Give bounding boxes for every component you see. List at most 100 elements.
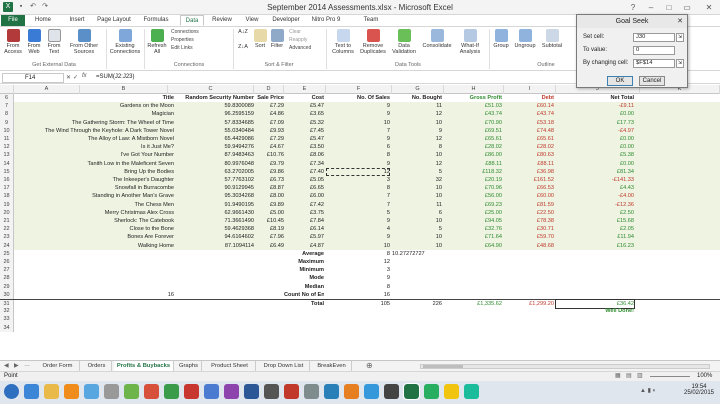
- powerpoint-icon[interactable]: [144, 384, 159, 399]
- consolidate-button[interactable]: Consolidate: [421, 29, 453, 49]
- set-cell-input[interactable]: J30: [633, 33, 675, 42]
- app-icon[interactable]: [444, 384, 459, 399]
- sales-cell[interactable]: 10: [326, 242, 390, 250]
- reapply-button[interactable]: Reapply: [289, 37, 307, 44]
- app-icon[interactable]: [304, 384, 319, 399]
- cost-cell[interactable]: £7.84: [284, 217, 324, 225]
- remove-duplicates-button[interactable]: Remove Duplicates: [358, 29, 388, 55]
- debt-cell[interactable]: £43.74: [504, 110, 554, 118]
- debt-cell[interactable]: £36.98: [504, 168, 554, 176]
- goal-seek-dialog[interactable]: Goal Seek ✕ Set cell: J30 ⇲ To value: 0 …: [576, 14, 688, 88]
- zoom-slider[interactable]: [650, 376, 690, 377]
- by-changing-input[interactable]: $F$14: [633, 59, 675, 68]
- header-bought[interactable]: No. Bought: [392, 94, 442, 102]
- title-cell[interactable]: Walking Home: [14, 242, 174, 250]
- sales-cell[interactable]: 3: [326, 176, 390, 184]
- title-cell[interactable]: Gardens on the Moon: [14, 102, 174, 110]
- sale-price-cell[interactable]: £9.79: [254, 160, 284, 168]
- column-header-f[interactable]: F: [326, 85, 392, 94]
- refresh-all-button[interactable]: Refresh All: [146, 29, 168, 55]
- sale-price-cell[interactable]: £7.09: [254, 119, 284, 127]
- sheet-tab-orders[interactable]: Orders: [82, 361, 112, 371]
- row-number[interactable]: 12: [0, 143, 14, 152]
- rsn-cell[interactable]: 90.9129945: [174, 184, 254, 192]
- tab-developer[interactable]: Developer: [270, 15, 302, 26]
- rsn-cell[interactable]: 59.9494276: [174, 143, 254, 151]
- cost-cell[interactable]: £3.65: [284, 110, 324, 118]
- app-icon[interactable]: [204, 384, 219, 399]
- stat-extra[interactable]: 10.27272727: [392, 250, 456, 258]
- row-number[interactable]: 24: [0, 241, 14, 250]
- filter-button[interactable]: Filter: [268, 29, 286, 49]
- cost-cell[interactable]: £7.42: [284, 201, 324, 209]
- zoom-level[interactable]: 100%: [697, 372, 712, 381]
- debt-cell[interactable]: £60.00: [504, 192, 554, 200]
- gross-profit-cell[interactable]: £94.05: [444, 217, 502, 225]
- gross-profit-cell[interactable]: £51.03: [444, 102, 502, 110]
- sale-price-cell[interactable]: £8.87: [254, 184, 284, 192]
- gross-profit-cell[interactable]: £64.90: [444, 242, 502, 250]
- debt-cell[interactable]: £65.61: [504, 135, 554, 143]
- sheet-tab-product-sheet[interactable]: Product Sheet: [204, 361, 256, 371]
- rsn-cell[interactable]: 62.9661430: [174, 209, 254, 217]
- sheet-tab-order-form[interactable]: Order Form: [36, 361, 80, 371]
- bought-cell[interactable]: 10: [392, 119, 442, 127]
- cost-cell[interactable]: £7.45: [284, 127, 324, 135]
- row-number[interactable]: 11: [0, 135, 14, 144]
- stat-label[interactable]: Mode: [284, 274, 324, 282]
- stat-value[interactable]: 3: [326, 266, 390, 274]
- net-total-cell[interactable]: £2.05: [556, 225, 634, 233]
- group-button[interactable]: Group: [491, 29, 511, 49]
- sheet-tab-drop-down-list[interactable]: Drop Down List: [258, 361, 310, 371]
- firefox-icon[interactable]: [344, 384, 359, 399]
- column-header-d[interactable]: D: [254, 85, 284, 94]
- from-other-sources-button[interactable]: From Other Sources: [66, 29, 102, 55]
- row-number[interactable]: 25: [0, 249, 14, 258]
- net-total-cell[interactable]: £17.73: [556, 119, 634, 127]
- cost-cell[interactable]: £8.06: [284, 151, 324, 159]
- net-total-cell[interactable]: £0.00: [556, 110, 634, 118]
- close-icon[interactable]: ✕: [699, 0, 719, 15]
- bought-cell[interactable]: 10: [392, 217, 442, 225]
- net-total-cell[interactable]: £11.94: [556, 233, 634, 241]
- existing-connections-button[interactable]: Existing Connections: [108, 29, 142, 55]
- to-value-input[interactable]: 0: [633, 46, 675, 55]
- net-total-cell[interactable]: £81.34: [556, 168, 634, 176]
- row-number[interactable]: 18: [0, 192, 14, 201]
- scroll-right-icon[interactable]: ▶: [14, 362, 19, 369]
- row-number[interactable]: 30: [0, 290, 14, 299]
- bought-cell[interactable]: 9: [392, 127, 442, 135]
- net-total-cell[interactable]: £4.43: [556, 184, 634, 192]
- connections-button[interactable]: Connections: [171, 29, 199, 36]
- net-total-cell[interactable]: -£4.00: [556, 192, 634, 200]
- stat-value[interactable]: 16: [326, 291, 390, 299]
- sale-price-cell[interactable]: £10.76: [254, 151, 284, 159]
- edit-links-button[interactable]: Edit Links: [171, 45, 193, 52]
- sale-price-cell[interactable]: £10.45: [254, 217, 284, 225]
- bought-cell[interactable]: 11: [392, 201, 442, 209]
- app-icon[interactable]: [224, 384, 239, 399]
- cost-cell[interactable]: £7.34: [284, 160, 324, 168]
- confirm-entry-icon[interactable]: ✓: [73, 74, 78, 81]
- column-header-h[interactable]: H: [444, 85, 504, 94]
- debt-cell[interactable]: £30.71: [504, 225, 554, 233]
- app-icon[interactable]: [164, 384, 179, 399]
- row-number[interactable]: 27: [0, 266, 14, 275]
- data-validation-button[interactable]: Data Validation: [389, 29, 419, 55]
- stat-label[interactable]: Maximum: [284, 258, 324, 266]
- tray-icons[interactable]: ▲ ▮ ◐: [640, 387, 656, 394]
- bought-cell[interactable]: 11: [392, 102, 442, 110]
- sales-cell[interactable]: 7: [326, 127, 390, 135]
- more-sheets-icon[interactable]: …: [24, 362, 30, 368]
- header-gross-profit[interactable]: Gross Profit: [444, 94, 502, 102]
- stat-value[interactable]: 8: [326, 250, 390, 258]
- debt-cell[interactable]: £59.70: [504, 233, 554, 241]
- sort-button[interactable]: Sort: [252, 29, 268, 49]
- excel-taskbar-icon[interactable]: [403, 383, 420, 400]
- ribbon-display-icon[interactable]: ▭: [678, 0, 696, 15]
- cost-cell[interactable]: £7.40: [284, 168, 324, 176]
- net-total-cell[interactable]: £16.23: [556, 242, 634, 250]
- new-sheet-icon[interactable]: ⊕: [366, 361, 373, 371]
- stat-label[interactable]: Average: [284, 250, 324, 258]
- ungroup-button[interactable]: Ungroup: [513, 29, 537, 49]
